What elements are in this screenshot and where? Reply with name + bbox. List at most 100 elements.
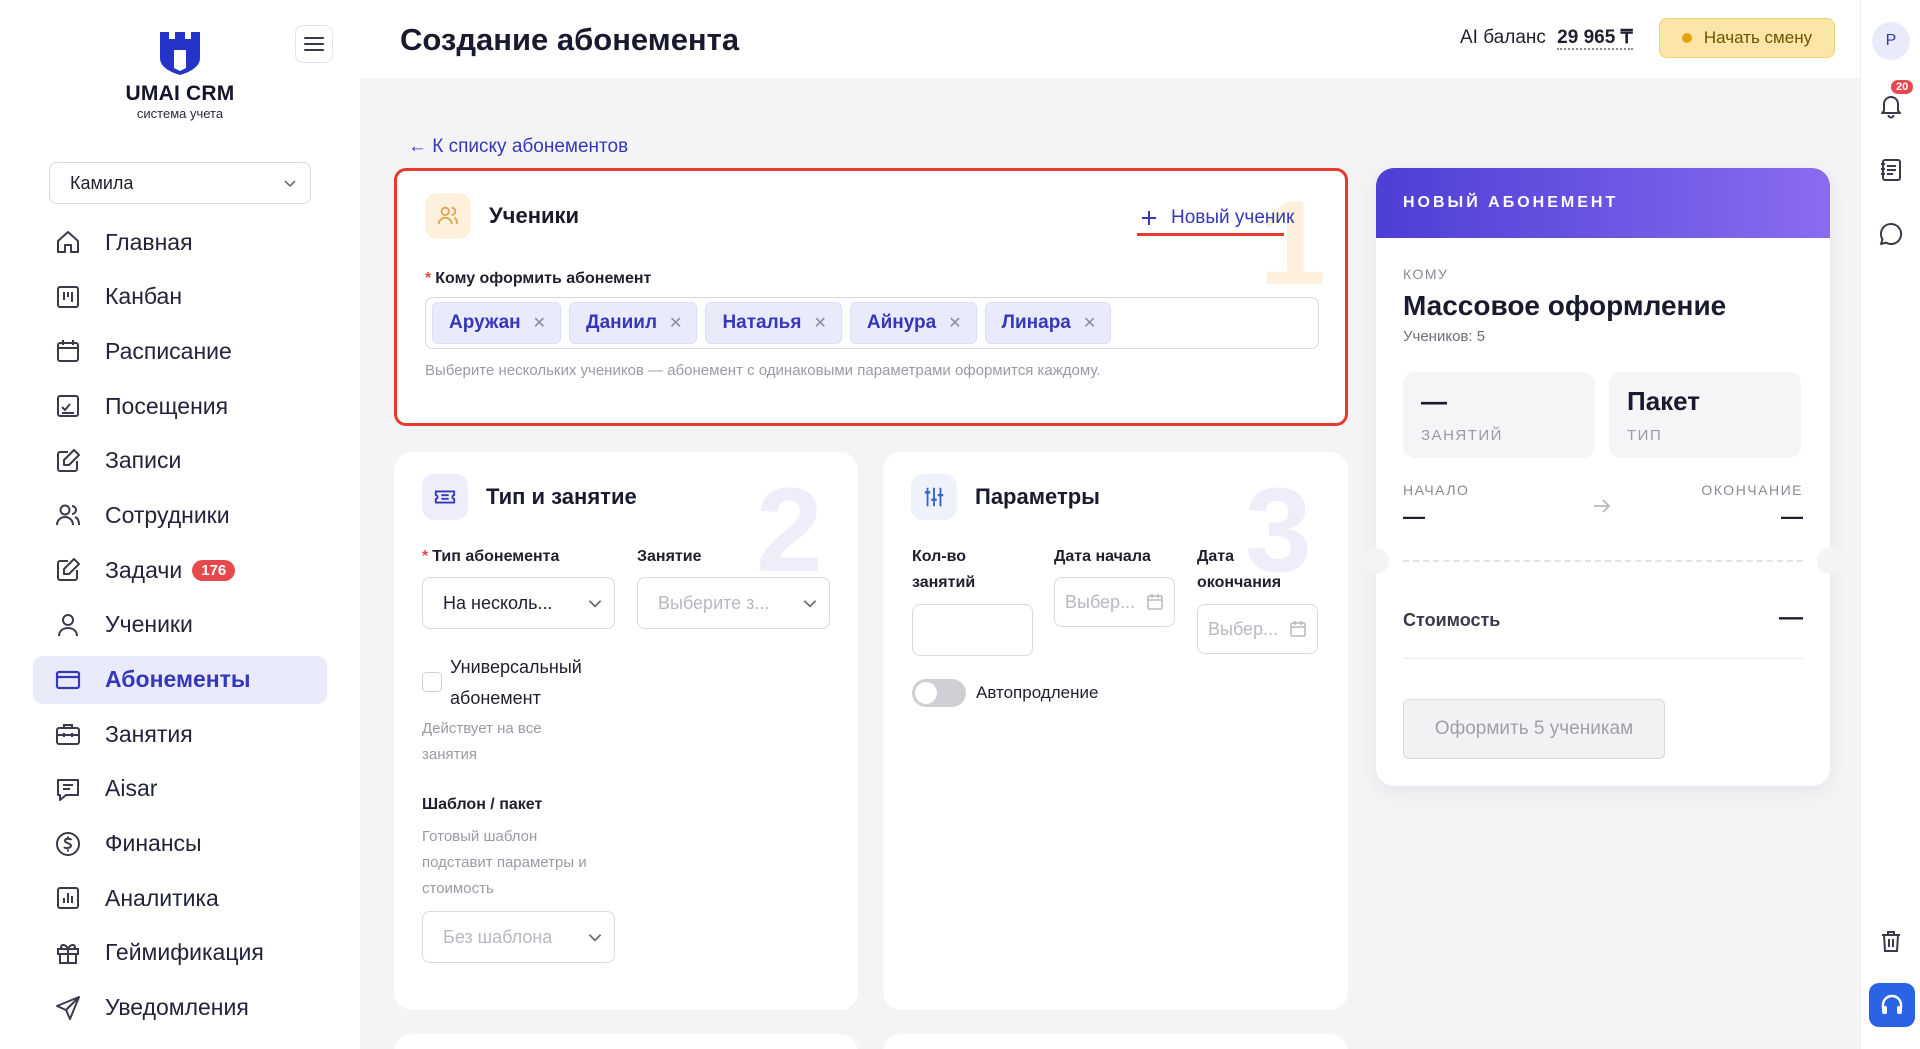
- user-icon: [53, 610, 83, 640]
- trash-icon[interactable]: [1877, 927, 1905, 955]
- universal-checkbox[interactable]: [422, 672, 442, 692]
- student-tag[interactable]: Наталья ✕: [705, 302, 842, 344]
- sidebar-item-label: Абонементы: [105, 666, 251, 692]
- end-label: ОКОНЧАНИЕ: [1701, 482, 1803, 498]
- sidebar-item-label: Аналитика: [105, 884, 219, 911]
- ticket-notch: [1817, 548, 1843, 574]
- ai-balance[interactable]: AI баланс 29 965 ₸: [1460, 26, 1633, 50]
- sidebar-item-gamification[interactable]: Геймификация: [33, 929, 327, 977]
- avatar[interactable]: P: [1872, 22, 1910, 60]
- divider: [1403, 658, 1803, 659]
- student-tag[interactable]: Линара ✕: [984, 302, 1112, 344]
- template-hint: Готовый шаблон подставит параметры и сто…: [422, 828, 587, 897]
- universal-label[interactable]: Универсальный абонемент: [450, 652, 582, 714]
- close-icon[interactable]: ✕: [533, 313, 546, 333]
- student-tag[interactable]: Аружан ✕: [432, 302, 562, 344]
- summary-title: Массовое оформление: [1403, 290, 1727, 321]
- sidebar: UMAI CRM система учета Камила Главная Ка…: [0, 0, 360, 1049]
- user-name: Камила: [70, 172, 134, 193]
- subscription-type-value: На несколь...: [443, 592, 553, 613]
- sidebar-item-attendance[interactable]: Посещения: [33, 382, 327, 430]
- ticket-icon: [422, 474, 468, 520]
- calendar-icon: [1290, 621, 1306, 637]
- students-multiselect[interactable]: Аружан ✕ Даниил ✕ Наталья ✕ Айнура ✕ Линара ✕: [425, 297, 1319, 349]
- attendance-icon: [53, 391, 83, 421]
- close-icon[interactable]: ✕: [1083, 313, 1096, 333]
- calendar-icon: [53, 336, 83, 366]
- start-label: НАЧАЛО: [1403, 482, 1470, 498]
- sidebar-item-home[interactable]: Главная: [33, 218, 327, 266]
- new-student-label: Новый ученик: [1171, 207, 1295, 228]
- sidebar-item-label: Геймификация: [105, 939, 264, 966]
- sidebar-item-label: Канбан: [105, 283, 183, 310]
- brand-subtitle: система учета: [136, 106, 224, 121]
- submit-button[interactable]: Оформить 5 ученикам: [1403, 699, 1665, 759]
- sidebar-item-kanban[interactable]: Канбан: [33, 273, 327, 321]
- student-tag[interactable]: Даниил ✕: [569, 302, 698, 344]
- sidebar-item-label: Посещения: [105, 392, 229, 419]
- bell-icon[interactable]: [1877, 92, 1905, 120]
- lessons-count-label: Кол-во занятий: [912, 548, 976, 591]
- params-card-title: Параметры: [975, 484, 1100, 509]
- users-icon: [53, 500, 83, 530]
- sidebar-item-subscriptions[interactable]: Абонементы: [33, 655, 327, 704]
- sidebar-item-notifications[interactable]: Уведомления: [33, 984, 327, 1032]
- sidebar-item-students[interactable]: Ученики: [33, 601, 327, 649]
- dollar-icon: [53, 829, 83, 859]
- new-student-button[interactable]: Новый ученик: [1139, 207, 1294, 229]
- start-shift-button[interactable]: Начать смену: [1659, 18, 1835, 58]
- sidebar-item-schedule[interactable]: Расписание: [33, 327, 327, 375]
- journal-icon[interactable]: [1877, 156, 1905, 184]
- tasks-count-badge: 176: [192, 559, 236, 581]
- subscription-type-select[interactable]: На несколь...: [422, 577, 615, 629]
- ticket-divider: [1403, 560, 1803, 562]
- start-value: —: [1403, 504, 1425, 529]
- end-date-input[interactable]: Выбер...: [1197, 604, 1318, 654]
- sidebar-item-records[interactable]: Записи: [33, 437, 327, 485]
- chevron-down-icon: [588, 600, 602, 608]
- student-tag[interactable]: Айнура ✕: [849, 302, 977, 344]
- template-select[interactable]: Без шаблона: [422, 911, 615, 963]
- sidebar-item-finance[interactable]: Финансы: [33, 820, 327, 868]
- close-icon[interactable]: ✕: [813, 313, 826, 333]
- tasks-icon: [53, 555, 83, 585]
- start-shift-label: Начать смену: [1703, 28, 1813, 47]
- support-button[interactable]: [1869, 983, 1915, 1027]
- chevron-down-icon: [284, 180, 296, 188]
- sidebar-item-label: Уведомления: [105, 994, 249, 1021]
- sidebar-item-aisar[interactable]: Aisar: [33, 765, 327, 813]
- start-date-input[interactable]: Выбер...: [1054, 577, 1175, 627]
- sidebar-item-lessons[interactable]: Занятия: [33, 710, 327, 758]
- cost-value: —: [1779, 604, 1803, 631]
- ai-balance-label: AI баланс: [1460, 27, 1546, 48]
- back-to-subscriptions-link[interactable]: ← К списку абонементов: [408, 136, 628, 158]
- top-header: Создание абонемента AI баланс 29 965 ₸ Н…: [360, 0, 1860, 78]
- brand-name: UMAI CRM: [125, 82, 235, 105]
- summary-card: НОВЫЙ АБОНЕМЕНТ КОМУ Массовое оформление…: [1363, 168, 1843, 786]
- card-icon: [53, 665, 83, 695]
- sidebar-item-tasks[interactable]: Задачи 176: [33, 546, 327, 594]
- close-icon[interactable]: ✕: [948, 313, 961, 333]
- students-card-title: Ученики: [489, 203, 580, 228]
- kanban-icon: [53, 282, 83, 312]
- end-value: —: [1781, 504, 1803, 529]
- gift-icon: [53, 938, 83, 968]
- type-card-title: Тип и занятие: [486, 484, 637, 509]
- menu-toggle-button[interactable]: [295, 25, 333, 63]
- right-rail: P 20: [1860, 0, 1920, 1049]
- toggle-knob: [915, 682, 937, 704]
- sidebar-item-label: Занятия: [105, 720, 193, 747]
- lesson-select[interactable]: Выберите з...: [637, 577, 830, 629]
- user-select[interactable]: Камила: [49, 162, 311, 204]
- autorenew-toggle[interactable]: [912, 679, 966, 707]
- message-icon[interactable]: [1877, 220, 1905, 248]
- type-card-header: Тип и занятие: [422, 474, 637, 520]
- students-card: 1 Ученики Новый ученик * Кому оформить аб…: [394, 168, 1348, 426]
- next-card: [883, 1034, 1348, 1049]
- sidebar-item-label: Записи: [105, 447, 182, 474]
- template-value: Без шаблона: [443, 926, 553, 947]
- close-icon[interactable]: ✕: [669, 313, 682, 333]
- sidebar-item-staff[interactable]: Сотрудники: [33, 491, 327, 539]
- sidebar-item-analytics[interactable]: Аналитика: [33, 874, 327, 922]
- lessons-count-input[interactable]: [912, 604, 1033, 656]
